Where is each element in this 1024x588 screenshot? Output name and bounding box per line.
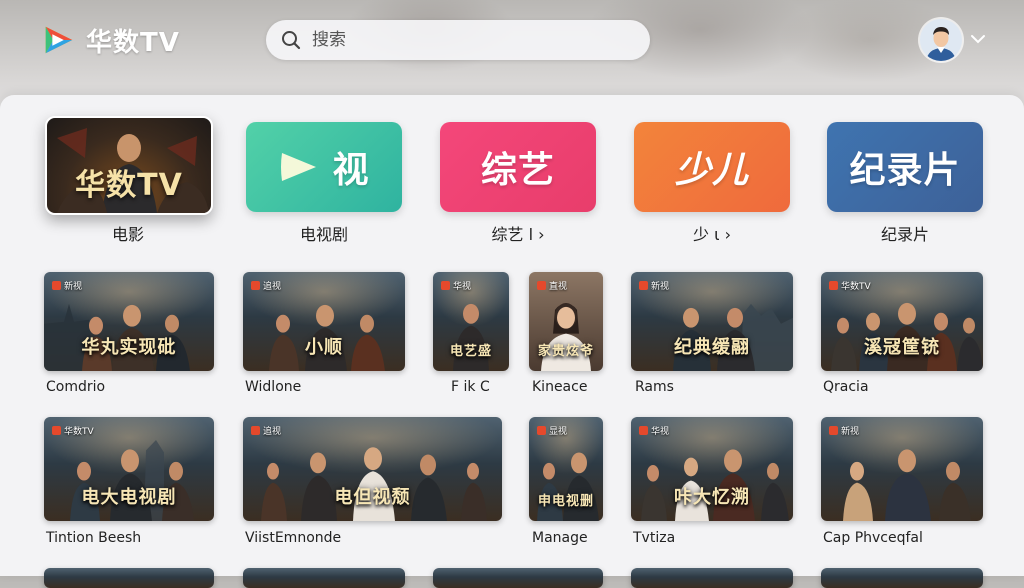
poster-badge: 追视: [251, 279, 281, 292]
poster-card-partial[interactable]: [821, 568, 983, 588]
avatar-portrait-icon: [920, 19, 962, 61]
user-avatar[interactable]: [920, 19, 962, 61]
poster-label: F ik C: [451, 379, 490, 395]
top-bar: 华数TV: [0, 0, 1024, 96]
poster-card[interactable]: 华视 咔大忆溯: [631, 417, 793, 521]
search-icon: [282, 31, 301, 50]
poster-label: Tintion Beesh: [46, 530, 142, 546]
poster-badge: 新视: [52, 279, 82, 292]
poster-title: 咔大忆溯: [674, 487, 750, 508]
poster-title: 申电视删: [537, 494, 594, 509]
poster-card[interactable]: 华数TV 溪冦筐铳: [821, 272, 983, 371]
poster-figures: [453, 303, 489, 371]
poster-badge: 直视: [537, 279, 567, 292]
poster-card[interactable]: 新视 纪典缓翮: [631, 272, 793, 371]
category-documentary-label: 纪录片: [880, 225, 929, 244]
play-logo-icon: [45, 26, 73, 54]
poster-card-partial[interactable]: [44, 568, 214, 588]
poster-label: Tvtiza: [633, 530, 676, 546]
category-movie-tile[interactable]: 华数TV: [45, 116, 213, 215]
category-tv-tile-text: 视: [332, 150, 370, 191]
category-kids-tile[interactable]: 少儿: [634, 122, 790, 212]
poster-figures: [541, 302, 591, 371]
poster-title: 电艺盛: [449, 344, 492, 359]
poster-badge: 华数TV: [829, 279, 871, 292]
category-variety-tile[interactable]: 综艺: [440, 122, 596, 212]
app-name: 华数TV: [86, 27, 180, 58]
poster-badge: 追视: [251, 424, 281, 437]
category-movie-label: 电影: [111, 225, 144, 244]
category-variety-label: 综艺 l ›: [491, 225, 545, 244]
category-tv-label: 电视剧: [299, 225, 348, 244]
poster-label: Widlone: [245, 379, 302, 395]
poster-label: Rams: [635, 379, 674, 395]
poster-card[interactable]: 直视 家贵炫爷: [529, 272, 603, 371]
poster-label: Cap Phvceqfal: [823, 530, 923, 546]
poster-label: Manage: [532, 530, 588, 546]
poster-card[interactable]: 新视: [821, 417, 983, 521]
category-documentary-tile-text: 纪录片: [849, 150, 961, 191]
poster-badge: 新视: [829, 424, 859, 437]
video-camera-icon: [281, 153, 317, 181]
poster-card[interactable]: 华数TV 电大电视剧: [44, 417, 214, 521]
poster-title: 小顺: [305, 337, 343, 358]
poster-title: 家贵炫爷: [537, 344, 594, 359]
poster-card-partial[interactable]: [243, 568, 405, 588]
poster-card-partial[interactable]: [631, 568, 793, 588]
poster-badge: 华视: [441, 279, 471, 292]
poster-label: Kineace: [532, 379, 588, 395]
category-tv-tile[interactable]: 视: [246, 122, 402, 212]
poster-card[interactable]: 追视 电但视颓: [243, 417, 502, 521]
poster-badge: 华视: [639, 424, 669, 437]
poster-card[interactable]: 新视 华丸实现砒: [44, 272, 214, 371]
poster-title: 华丸实现砒: [81, 337, 177, 358]
app-logo[interactable]: 华数TV: [40, 20, 180, 60]
chevron-down-icon[interactable]: [969, 30, 987, 48]
search-input[interactable]: [310, 24, 634, 56]
poster-badge: 新视: [639, 279, 669, 292]
poster-badge: 华数TV: [52, 424, 94, 437]
poster-title: 电但视颓: [334, 487, 411, 508]
poster-title: 电大电视剧: [81, 487, 177, 508]
poster-badge: 显视: [537, 424, 567, 437]
poster-card[interactable]: 追视 小顺: [243, 272, 405, 371]
category-kids-label: 少 ι ›: [693, 225, 731, 244]
poster-title: 溪冦筐铳: [864, 337, 940, 358]
category-variety-tile-text: 综艺: [480, 150, 555, 191]
poster-card[interactable]: 华视 电艺盛: [433, 272, 509, 371]
search-bar[interactable]: [266, 20, 650, 60]
poster-label: Qracia: [823, 379, 869, 395]
category-kids-tile-text: 少儿: [674, 150, 749, 191]
poster-label: Comdrio: [46, 379, 106, 395]
category-movie-tile-text: 华数TV: [75, 167, 183, 203]
poster-figures: [843, 449, 971, 521]
poster-title: 纪典缓翮: [674, 337, 750, 358]
poster-card[interactable]: 显视 申电视删: [529, 417, 603, 521]
poster-card-partial[interactable]: [433, 568, 603, 588]
category-documentary-tile[interactable]: 纪录片: [827, 122, 983, 212]
poster-label: ViistEmnonde: [245, 530, 342, 546]
